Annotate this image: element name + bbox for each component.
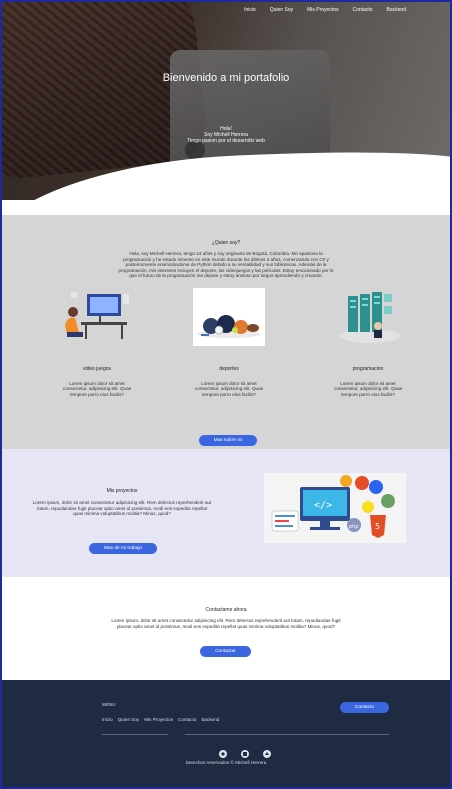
sports-balls-illustration-icon bbox=[193, 288, 265, 346]
nav-item-inicio[interactable]: Inicio bbox=[244, 7, 256, 13]
social-1-icon[interactable] bbox=[218, 746, 228, 758]
footer-link-inicio[interactable]: Inicio bbox=[102, 717, 113, 722]
svg-text:</>: </> bbox=[314, 500, 332, 511]
footer-divider bbox=[102, 734, 168, 735]
interest-title: video juegos bbox=[82, 366, 112, 372]
interest-text: Lorem ipsum dolor sit amet consectetur, … bbox=[194, 381, 264, 397]
interest-card-programming: programacion Lorem ipsum dolor sit amet … bbox=[320, 288, 416, 397]
svg-text:php: php bbox=[349, 524, 359, 530]
social-2-icon[interactable] bbox=[240, 746, 250, 758]
social-3-icon[interactable] bbox=[262, 746, 272, 758]
interest-title: programacion bbox=[352, 366, 384, 372]
interest-card-videogames: video juegos Lorem ipsum dolor sit amet … bbox=[49, 288, 145, 397]
top-navigation: Inicio Quien Soy Mis Proyectos Contacto … bbox=[244, 7, 406, 13]
nav-item-quien-soy[interactable]: Quien Soy bbox=[270, 7, 293, 13]
nav-item-contacto[interactable]: Contacto bbox=[353, 7, 373, 13]
interest-title: deportes bbox=[219, 366, 239, 372]
footer-navigation: Inicio Quien Soy Mis Proyectos Contacto … bbox=[102, 717, 219, 722]
svg-text:5: 5 bbox=[375, 522, 380, 531]
about-section: ¿Quien soy? Hola, soy Michell Herrera, t… bbox=[0, 215, 452, 449]
contact-title: Contactame ahora bbox=[205, 607, 247, 613]
hero-section: Inicio Quien Soy Mis Proyectos Contacto … bbox=[0, 0, 452, 200]
projects-title: Mis proyectos bbox=[106, 488, 138, 494]
hero-title: Bienvenido a mi portafolio bbox=[162, 72, 290, 84]
web-technologies-illustration-icon: </> php 5 bbox=[264, 473, 406, 543]
gamer-illustration-icon bbox=[61, 288, 133, 346]
interest-text: Lorem ipsum dolor sit amet consectetur, … bbox=[333, 381, 403, 397]
footer-menu-title: MENU bbox=[102, 702, 116, 707]
hero-intro: Hola! Soy Michell Herrera Tengo pasion p… bbox=[0, 126, 452, 144]
footer-link-mis-proyectos[interactable]: Mis Proyectos bbox=[144, 717, 173, 722]
footer-divider bbox=[185, 734, 389, 735]
footer-copyright: Derechos reservados © Michell Herrera bbox=[185, 760, 267, 765]
footer-link-quien-soy[interactable]: Quien Soy bbox=[118, 717, 139, 722]
more-about-me-button[interactable]: Mas sobre mi bbox=[199, 435, 257, 446]
hero-tagline: Tengo pasion por el desarrollo web bbox=[187, 138, 265, 144]
more-work-button[interactable]: Mas de mi trabajo bbox=[89, 543, 157, 554]
about-title: ¿Quien soy? bbox=[211, 240, 241, 246]
interest-card-sports: deportes Lorem ipsum dolor sit amet cons… bbox=[181, 288, 277, 397]
footer-link-contacto[interactable]: Contacto bbox=[178, 717, 196, 722]
footer-link-backend[interactable]: Backend bbox=[201, 717, 219, 722]
footer-social-icons bbox=[218, 746, 272, 758]
contact-now-button[interactable]: Contactar bbox=[200, 646, 251, 657]
interest-text: Lorem ipsum dolor sit amet consectetur, … bbox=[62, 381, 132, 397]
about-bio: Hola, soy Michell Herrera, tengo 24 años… bbox=[118, 251, 334, 279]
footer-contact-button[interactable]: Contacto bbox=[340, 702, 389, 713]
nav-item-mis-proyectos[interactable]: Mis Proyectos bbox=[307, 7, 338, 13]
contact-section: Contactame ahora Lorem ipsum, dolor sit … bbox=[0, 577, 452, 680]
projects-text: Lorem ipsum, dolor sit amet consectetur … bbox=[32, 500, 212, 517]
projects-section: Mis proyectos Lorem ipsum, dolor sit ame… bbox=[0, 449, 452, 577]
site-footer: MENU Inicio Quien Soy Mis Proyectos Cont… bbox=[0, 680, 452, 789]
server-programming-illustration-icon bbox=[332, 288, 404, 346]
nav-item-backend[interactable]: Backend bbox=[387, 7, 406, 13]
contact-text: Lorem ipsum, dolor sit amet consectetur … bbox=[111, 618, 341, 629]
